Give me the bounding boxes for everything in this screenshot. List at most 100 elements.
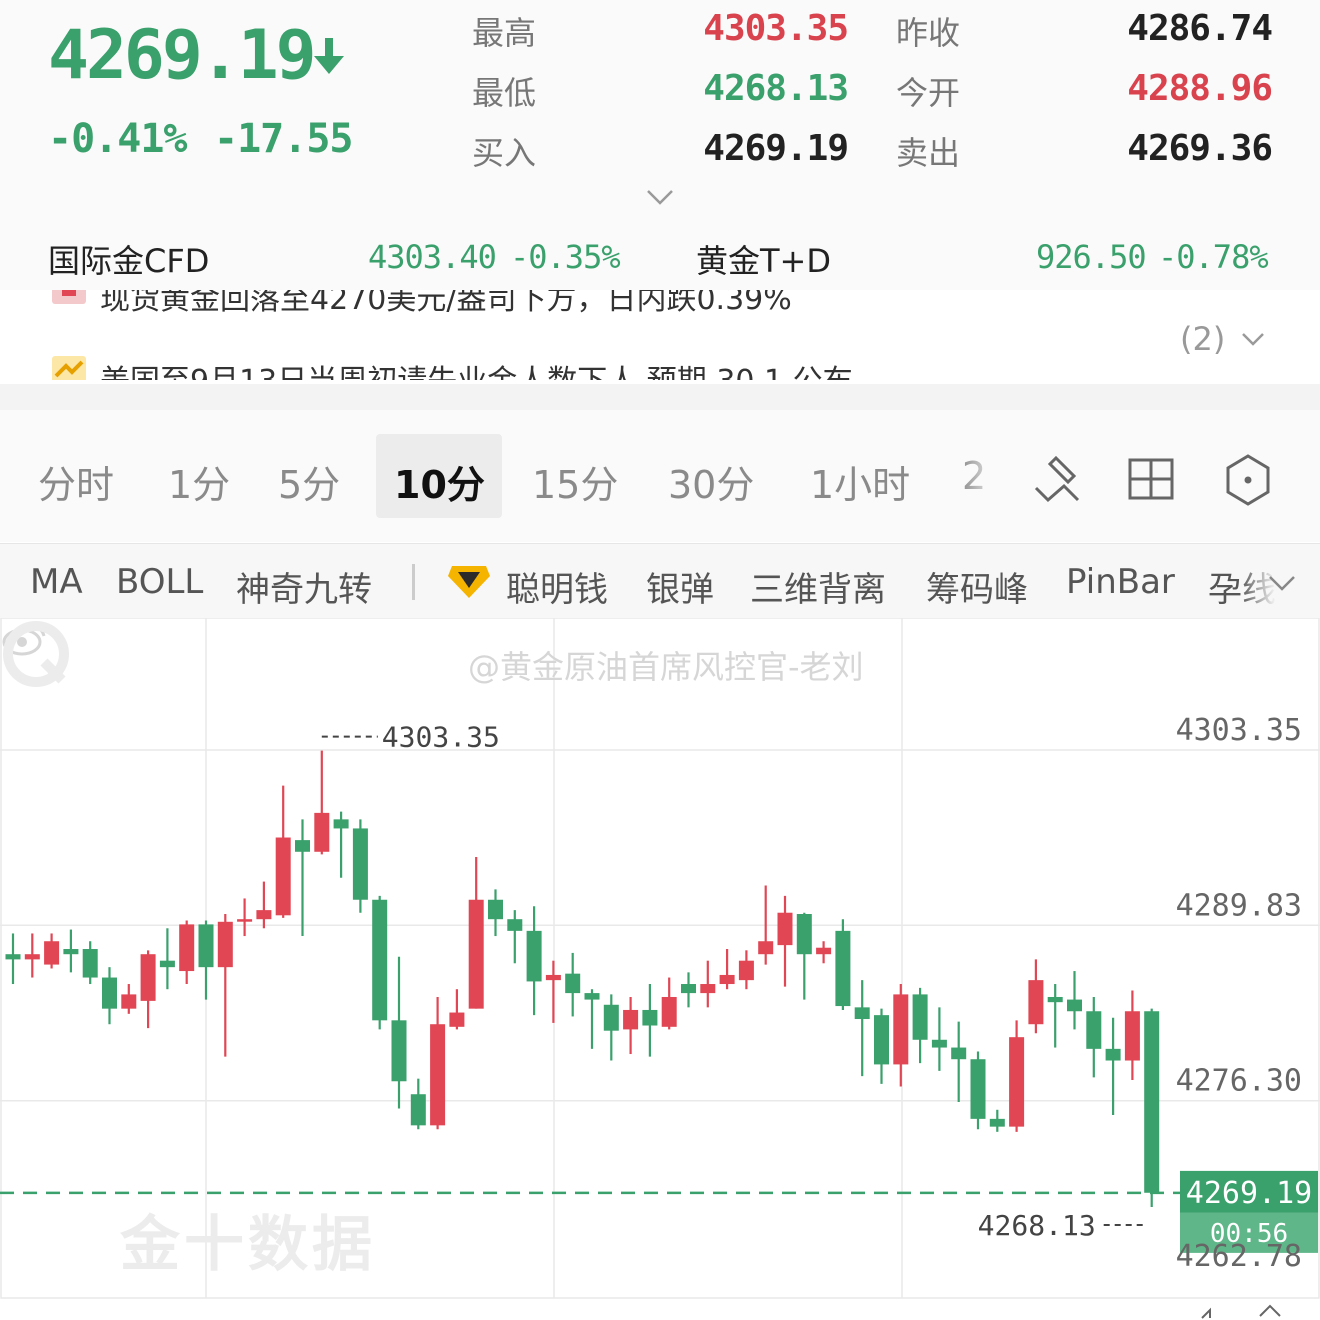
- draw-tool-icon[interactable]: [1030, 452, 1086, 508]
- indicator-silver-bullet[interactable]: 银弹: [646, 562, 714, 611]
- candle-body: [159, 960, 175, 968]
- chevron-down-icon[interactable]: [1266, 572, 1298, 594]
- candle-body: [526, 930, 542, 982]
- news-count: (2): [1180, 320, 1226, 358]
- candles: [5, 750, 1160, 1208]
- candle-body: [333, 819, 349, 829]
- brand-logo-icon: [3, 621, 69, 687]
- stat-value-ask: 4269.36: [1127, 128, 1273, 169]
- candle-body: [989, 1118, 1005, 1127]
- layout-grid-icon[interactable]: [1124, 452, 1180, 508]
- candle-body: [430, 1024, 446, 1126]
- indicator-divider: [412, 564, 415, 600]
- candle-body: [140, 954, 156, 1001]
- candle-body: [642, 1009, 658, 1026]
- candle-body: [738, 960, 754, 981]
- ref-value-td: 926.50: [1036, 238, 1147, 276]
- candle-body: [24, 954, 40, 960]
- candle-body: [179, 924, 195, 972]
- trend-up-icon: [52, 356, 86, 380]
- quote-panel: 4269.19 -0.41% -17.55 最高 最低 买入 4303.35 4…: [0, 0, 1320, 230]
- candle-body: [507, 919, 523, 931]
- candle-body: [488, 899, 503, 920]
- indicator-magic-nine[interactable]: 神奇九转: [236, 562, 372, 611]
- candle-body: [700, 984, 716, 994]
- candle-body: [5, 954, 21, 960]
- high-marker-label: 4303.35: [382, 721, 500, 754]
- tab-1min[interactable]: 1分: [168, 454, 230, 509]
- indicator-bar: MA BOLL 神奇九转 聪明钱 银弹 三维背离 筹码峰 PinBar 孕线: [0, 543, 1320, 618]
- change-amount: -17.55: [214, 116, 353, 162]
- candle-body: [545, 974, 561, 981]
- period-tabs: 分时 1分 5分 10分 15分 30分 1小时 2: [0, 410, 1320, 542]
- candle-body: [1047, 996, 1063, 1003]
- indicator-chip-peak[interactable]: 筹码峰: [926, 562, 1028, 611]
- stat-value-low: 4268.13: [703, 68, 849, 109]
- stat-label-ask: 卖出: [896, 134, 961, 172]
- candle-body: [1067, 999, 1082, 1012]
- stat-value-open: 4288.96: [1127, 68, 1273, 109]
- candle-body: [82, 949, 98, 978]
- news-line-2[interactable]: 美国至9月13日当周初请失业金人数下人 预期 30.1 公布: [100, 356, 853, 380]
- stat-value-high: 4303.35: [703, 8, 849, 49]
- candle-body: [603, 1004, 619, 1031]
- candle-body: [410, 1094, 426, 1126]
- candle-body: [565, 973, 581, 994]
- tab-15min[interactable]: 15分: [532, 454, 618, 509]
- last-price: 4269.19: [48, 16, 317, 95]
- candle-body: [295, 840, 310, 852]
- chevron-down-icon[interactable]: [1240, 330, 1266, 348]
- settings-hexagon-icon[interactable]: [1220, 452, 1276, 508]
- candle-body: [63, 949, 79, 955]
- diamond-vip-icon: [448, 566, 490, 598]
- candle-body: [198, 924, 214, 968]
- scroll-arrows-icon[interactable]: [1196, 1302, 1286, 1320]
- candle-body: [372, 899, 388, 1021]
- indicator-3d-divergence[interactable]: 三维背离: [750, 562, 886, 611]
- reference-quotes: 国际金CFD 4303.40 -0.35% 黄金T+D 926.50 -0.78…: [0, 230, 1320, 290]
- indicator-pinbar[interactable]: PinBar: [1066, 562, 1175, 602]
- stat-label-open: 今开: [896, 74, 961, 112]
- tab-30min[interactable]: 30分: [668, 454, 754, 509]
- ref-label-cfd[interactable]: 国际金CFD: [48, 236, 209, 282]
- candle-body: [1124, 1011, 1140, 1061]
- chart-overlay: 4303.35 4268.13 4269.19 00:56: [0, 721, 1318, 1253]
- ref-label-td[interactable]: 黄金T+D: [696, 236, 831, 282]
- tab-10min[interactable]: 10分: [394, 454, 485, 509]
- candle-body: [777, 912, 793, 946]
- ref-change-cfd: -0.35%: [510, 238, 621, 276]
- candle-body: [874, 1015, 889, 1065]
- candle-body: [121, 994, 137, 1009]
- news-line-1[interactable]: 现货黄金回落至4270美元/盎司下方，日内跌0.39%: [100, 290, 792, 318]
- candle-body: [912, 994, 928, 1040]
- candle-body: [102, 977, 117, 1009]
- tab-1hour[interactable]: 1小时: [810, 454, 910, 509]
- candle-body: [758, 941, 774, 955]
- indicator-boll[interactable]: BOLL: [116, 562, 203, 602]
- candlestick-chart[interactable]: 4303.35 4268.13 4269.19 00:56 4303.35 42…: [0, 618, 1320, 1320]
- current-price-label: 4269.19: [1186, 1176, 1312, 1211]
- tab-5min[interactable]: 5分: [278, 454, 340, 509]
- brand-watermark: 金十数据: [120, 1210, 376, 1280]
- y-tick-label: 4276.30: [1176, 1064, 1302, 1099]
- low-marker-label: 4268.13: [978, 1209, 1096, 1242]
- down-arrow-icon: [314, 38, 344, 74]
- candle-body: [468, 899, 484, 1009]
- candle-body: [237, 919, 253, 922]
- news-ticker[interactable]: 现货黄金回落至4270美元/盎司下方，日内跌0.39% 美国至9月13日当周初请…: [0, 290, 1320, 380]
- candle-body: [951, 1047, 967, 1060]
- tabs-fade: [960, 440, 1010, 510]
- y-tick-label: 4289.83: [1176, 888, 1302, 923]
- candle-body: [854, 1007, 870, 1020]
- candle-body: [1086, 1011, 1102, 1049]
- candle-body: [217, 921, 233, 968]
- tab-timeshare[interactable]: 分时: [38, 454, 114, 509]
- candle-body: [314, 812, 330, 852]
- indicator-ma[interactable]: MA: [30, 562, 83, 602]
- change-percent: -0.41%: [48, 116, 187, 162]
- candle-body: [1028, 980, 1044, 1025]
- candle-body: [1009, 1037, 1025, 1127]
- ref-change-td: -0.78%: [1158, 238, 1269, 276]
- indicator-smart-money[interactable]: 聪明钱: [506, 562, 608, 611]
- expand-chevron-icon[interactable]: [644, 186, 676, 208]
